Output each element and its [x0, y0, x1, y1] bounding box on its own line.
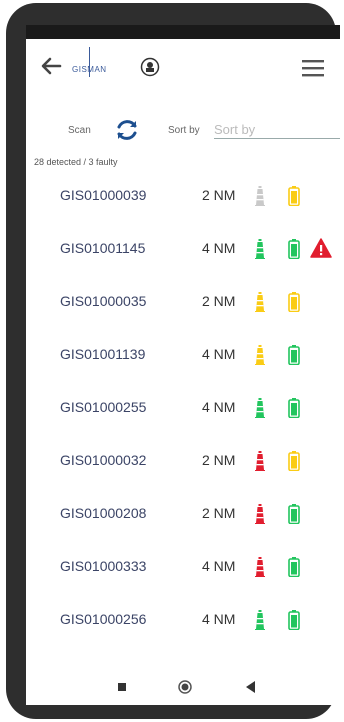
device-id: GIS01000255 — [60, 399, 147, 415]
device-range: 4 NM — [202, 399, 236, 415]
lighthouse-status-icon — [255, 239, 265, 259]
battery-status-icon — [288, 239, 300, 259]
battery-status-icon — [288, 292, 300, 312]
lighthouse-status-icon — [255, 186, 265, 206]
app-screen: GISMAN Scan Sort by 28 detec — [26, 25, 340, 705]
device-id: GIS01000039 — [60, 187, 147, 203]
detection-summary: 28 detected / 3 faulty — [34, 157, 118, 167]
scan-label: Scan — [68, 125, 91, 136]
device-range: 2 NM — [202, 187, 236, 203]
device-range: 2 NM — [202, 293, 236, 309]
status-bar — [26, 25, 340, 39]
device-row[interactable]: GIS01000032 2 NM — [26, 436, 340, 489]
lighthouse-status-icon — [255, 504, 265, 524]
device-list: GIS01000039 2 NM GIS01001145 4 NM GIS0100003… — [26, 171, 340, 648]
device-row[interactable]: GIS01001139 4 NM — [26, 330, 340, 383]
battery-status-icon — [288, 504, 300, 524]
recent-apps-icon[interactable] — [118, 683, 126, 691]
battery-status-icon — [288, 610, 300, 630]
android-nav-bar — [26, 671, 340, 705]
device-id: GIS01001145 — [60, 240, 146, 256]
device-row[interactable]: GIS01000035 2 NM — [26, 277, 340, 330]
device-id: GIS01001139 — [60, 346, 146, 362]
lighthouse-status-icon — [255, 451, 265, 471]
company-seal-icon — [140, 57, 160, 77]
device-range: 2 NM — [202, 452, 236, 468]
phone-frame: GISMAN Scan Sort by 28 detec — [6, 3, 340, 719]
back-arrow-icon[interactable] — [40, 55, 62, 77]
lighthouse-status-icon — [255, 557, 265, 577]
device-id: GIS01000032 — [60, 452, 147, 468]
device-range: 4 NM — [202, 346, 236, 362]
sort-by-input[interactable] — [214, 120, 340, 139]
lighthouse-status-icon — [255, 345, 265, 365]
battery-status-icon — [288, 398, 300, 418]
refresh-scan-icon[interactable] — [114, 117, 140, 143]
app-header: GISMAN — [26, 39, 340, 97]
lighthouse-status-icon — [255, 610, 265, 630]
device-row[interactable]: GIS01000255 4 NM — [26, 383, 340, 436]
device-range: 4 NM — [202, 611, 236, 627]
device-id: GIS01000208 — [60, 505, 147, 521]
scan-sort-controls: Scan Sort by — [26, 115, 340, 145]
battery-status-icon — [288, 186, 300, 206]
device-id: GIS01000035 — [60, 293, 147, 309]
device-row[interactable]: GIS01000256 4 NM — [26, 595, 340, 648]
warning-icon — [310, 238, 332, 258]
lighthouse-status-icon — [255, 398, 265, 418]
nav-back-icon[interactable] — [246, 681, 256, 693]
hamburger-menu-icon[interactable] — [302, 59, 324, 77]
device-row[interactable]: GIS01000333 4 NM — [26, 542, 340, 595]
battery-status-icon — [288, 451, 300, 471]
sort-by-label: Sort by — [168, 125, 200, 136]
device-range: 4 NM — [202, 240, 236, 256]
device-range: 2 NM — [202, 505, 236, 521]
battery-status-icon — [288, 557, 300, 577]
home-icon[interactable] — [178, 680, 192, 694]
gisman-logo: GISMAN — [72, 65, 107, 74]
device-id: GIS01000333 — [60, 558, 147, 574]
lighthouse-status-icon — [255, 292, 265, 312]
device-row[interactable]: GIS01000039 2 NM — [26, 171, 340, 224]
device-id: GIS01000256 — [60, 611, 147, 627]
device-range: 4 NM — [202, 558, 236, 574]
battery-status-icon — [288, 345, 300, 365]
device-row[interactable]: GIS01001145 4 NM — [26, 224, 340, 277]
device-row[interactable]: GIS01000208 2 NM — [26, 489, 340, 542]
